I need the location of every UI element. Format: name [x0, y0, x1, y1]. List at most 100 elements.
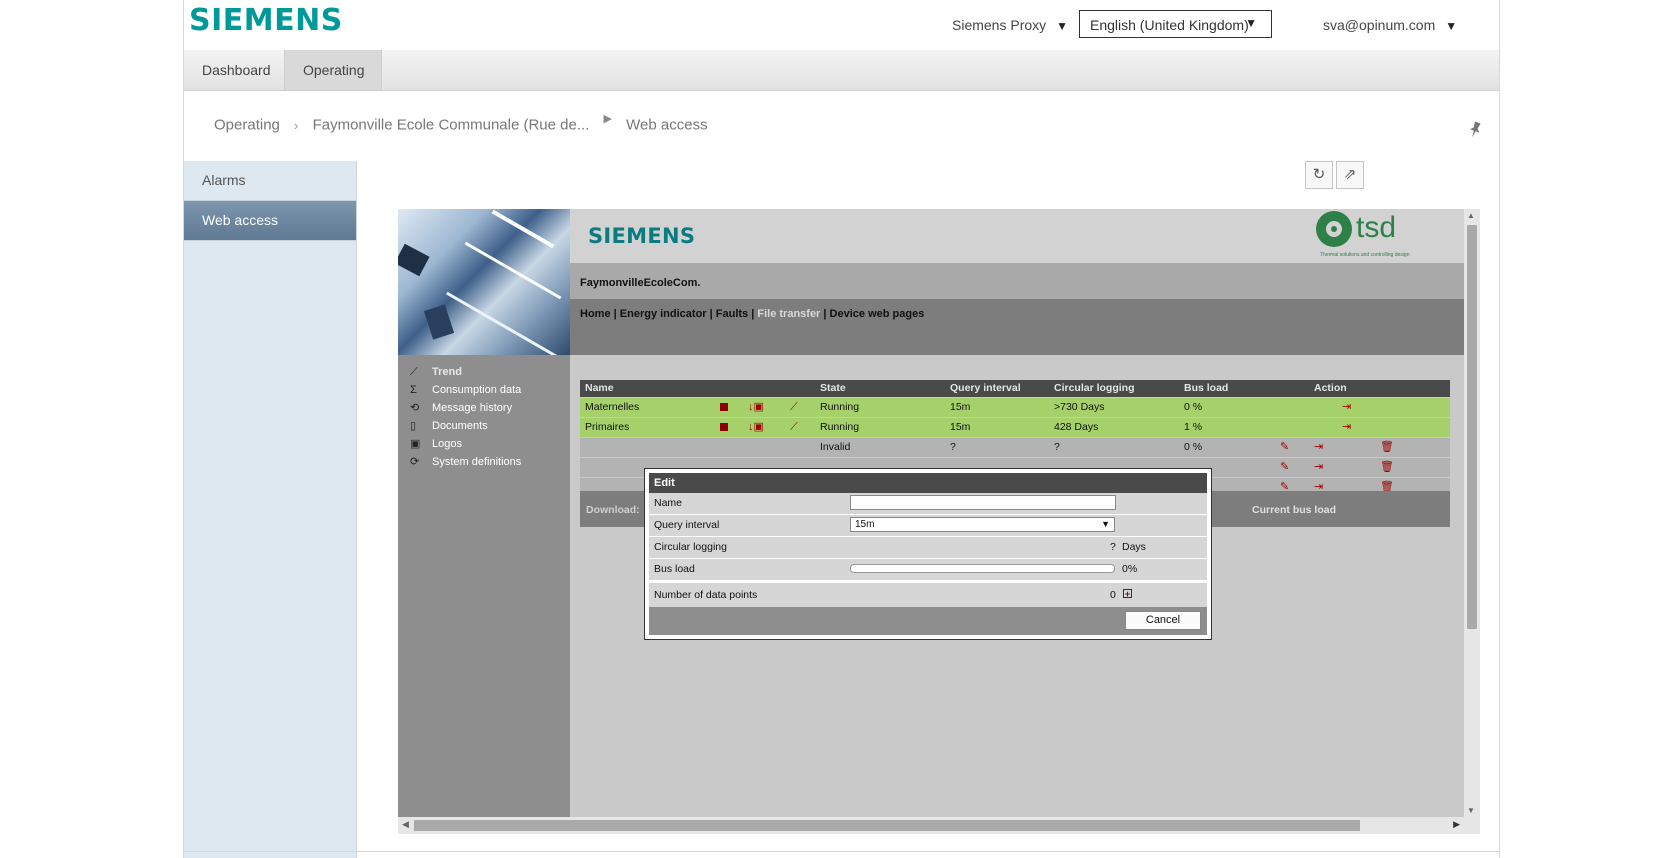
circular-logging-label: Circular logging: [654, 541, 727, 553]
download-label: Download:: [586, 504, 640, 516]
scroll-down-icon[interactable]: ▼: [1467, 806, 1475, 815]
download-icon[interactable]: ↓▣: [748, 418, 764, 437]
web-menu-faults[interactable]: Faults: [716, 308, 748, 320]
siemens-logo: SIEMENS: [189, 3, 343, 38]
add-point-icon[interactable]: +: [1123, 589, 1132, 599]
menu-separator: |: [613, 308, 617, 320]
web-nav-trend[interactable]: ⟋ Trend: [410, 363, 521, 381]
menu-separator: |: [751, 308, 755, 320]
stop-icon[interactable]: [720, 418, 728, 437]
web-siemens-logo: SIEMENS: [588, 224, 696, 248]
play-icon: ▶: [603, 112, 612, 125]
refresh-icon: ↻: [1312, 166, 1326, 183]
user-email: sva@opinum.com: [1323, 17, 1436, 33]
edit-icon[interactable]: ✎: [1280, 438, 1289, 457]
name-input[interactable]: [850, 495, 1116, 510]
web-nav-message-history[interactable]: ⟲ Message history: [410, 399, 521, 417]
cancel-button[interactable]: Cancel: [1125, 611, 1201, 630]
web-menu: Home | Energy indicator | Faults | File …: [570, 299, 1464, 355]
col-bus: Bus load: [1184, 382, 1229, 394]
export-icon[interactable]: ⇥: [1342, 418, 1351, 437]
web-nav-documents[interactable]: ▯ Documents: [410, 417, 521, 435]
sidebar-item-alarms[interactable]: Alarms: [184, 161, 356, 201]
scroll-thumb[interactable]: [414, 820, 1360, 831]
vertical-scrollbar[interactable]: ▲ ▼: [1464, 209, 1480, 817]
proxy-selector[interactable]: Siemens Proxy ▼: [952, 17, 1068, 33]
row-bus: 0 %: [1184, 401, 1203, 413]
web-menu-home[interactable]: Home: [580, 308, 611, 320]
edit-icon[interactable]: ✎: [1280, 458, 1289, 477]
language-select[interactable]: English (United Kingdom) ▼: [1079, 10, 1272, 38]
bus-load-bar: [850, 564, 1115, 573]
web-menu-energy[interactable]: Energy indicator: [620, 308, 707, 320]
tab-dashboard[interactable]: Dashboard: [184, 50, 284, 90]
language-value: English (United Kingdom): [1090, 17, 1249, 33]
name-label: Name: [654, 497, 683, 509]
table-row[interactable]: Primaires ↓▣ ⟋ Running 15m 428 Days 1 % …: [580, 418, 1450, 438]
dialog-row-bus: Bus load 0%: [649, 559, 1207, 581]
scroll-right-icon[interactable]: ▶: [1453, 819, 1460, 830]
tsd-logo-text: tsd: [1356, 211, 1397, 244]
scroll-left-icon[interactable]: ◀: [402, 819, 409, 830]
scroll-thumb[interactable]: [1467, 225, 1477, 629]
user-menu[interactable]: sva@opinum.com ▼: [1323, 17, 1457, 33]
table-row[interactable]: Invalid ? ? 0 % ✎ ⇥ 🗑: [580, 438, 1450, 458]
col-state: State: [820, 382, 846, 394]
col-circular: Circular logging: [1054, 382, 1135, 394]
row-state: Running: [820, 421, 860, 433]
web-nav-label: Consumption data: [432, 384, 522, 396]
delete-icon[interactable]: 🗑: [1380, 458, 1394, 477]
scroll-up-icon[interactable]: ▲: [1467, 211, 1475, 220]
divider: [184, 851, 1499, 852]
share-button[interactable]: ⇗: [1336, 161, 1364, 189]
sidebar: Alarms Web access: [184, 161, 357, 858]
tab-operating[interactable]: Operating: [284, 50, 382, 90]
refresh-button[interactable]: ↻: [1305, 161, 1333, 189]
web-menu-device[interactable]: Device web pages: [830, 308, 925, 320]
breadcrumb-current: Web access: [626, 116, 708, 134]
image-icon: ▣: [410, 438, 421, 450]
row-bus: 0 %: [1184, 441, 1203, 453]
web-nav-system-definitions[interactable]: ⟳ System definitions: [410, 453, 521, 471]
bus-load-label: Bus load: [654, 563, 695, 575]
download-icon[interactable]: ↓▣: [748, 398, 764, 417]
proxy-label: Siemens Proxy: [952, 17, 1047, 33]
sidebar-item-web-access[interactable]: Web access: [184, 201, 356, 241]
chart-icon[interactable]: ⟋: [790, 418, 798, 437]
row-state: Invalid: [820, 441, 851, 453]
pin-icon[interactable]: [1467, 121, 1483, 144]
import-icon[interactable]: ⇥: [1314, 438, 1323, 457]
breadcrumb-separator: ›: [294, 117, 299, 133]
data-points-label: Number of data points: [654, 589, 758, 601]
web-nav-consumption[interactable]: Σ Consumption data: [410, 381, 521, 399]
web-nav-logos[interactable]: ▣ Logos: [410, 435, 521, 453]
web-site-name: FaymonvilleEcoleCom.: [570, 263, 1464, 299]
import-icon[interactable]: ⇥: [1314, 458, 1323, 477]
circular-logging-unit: Days: [1122, 541, 1146, 553]
tsd-tagline: Thermal solutions and controlling design: [1320, 252, 1410, 258]
dialog-row-points: Number of data points 0 +: [649, 581, 1207, 608]
breadcrumb-operating[interactable]: Operating: [214, 117, 280, 134]
col-query: Query interval: [950, 382, 1021, 394]
breadcrumb-site[interactable]: Faymonville Ecole Communale (Rue de...: [313, 117, 590, 134]
chart-icon[interactable]: ⟋: [790, 398, 798, 417]
web-nav-label: Logos: [432, 438, 462, 450]
delete-icon[interactable]: 🗑: [1380, 438, 1394, 457]
row-name: Maternelles: [585, 401, 640, 413]
stop-icon[interactable]: [720, 398, 728, 417]
top-bar: SIEMENS Siemens Proxy ▼ English (United K…: [184, 0, 1499, 51]
menu-separator: |: [823, 308, 827, 320]
dialog-footer: Cancel: [649, 607, 1207, 635]
web-nav-label: Trend: [432, 366, 462, 378]
horizontal-scrollbar[interactable]: ◀ ▶: [398, 817, 1480, 834]
query-interval-select[interactable]: 15m ▼: [850, 517, 1115, 532]
table-row[interactable]: Maternelles ↓▣ ⟋ Running 15m >730 Days 0…: [580, 398, 1450, 418]
caret-down-icon: ▼: [1056, 19, 1069, 33]
row-circular: >730 Days: [1054, 401, 1105, 413]
col-action: Action: [1314, 382, 1347, 394]
row-circular: ?: [1054, 441, 1060, 453]
export-icon[interactable]: ⇥: [1342, 398, 1351, 417]
share-icon: ⇗: [1343, 166, 1357, 183]
web-menu-file-transfer[interactable]: File transfer: [757, 308, 820, 320]
main-tabs: Dashboard Operating: [184, 50, 1499, 91]
